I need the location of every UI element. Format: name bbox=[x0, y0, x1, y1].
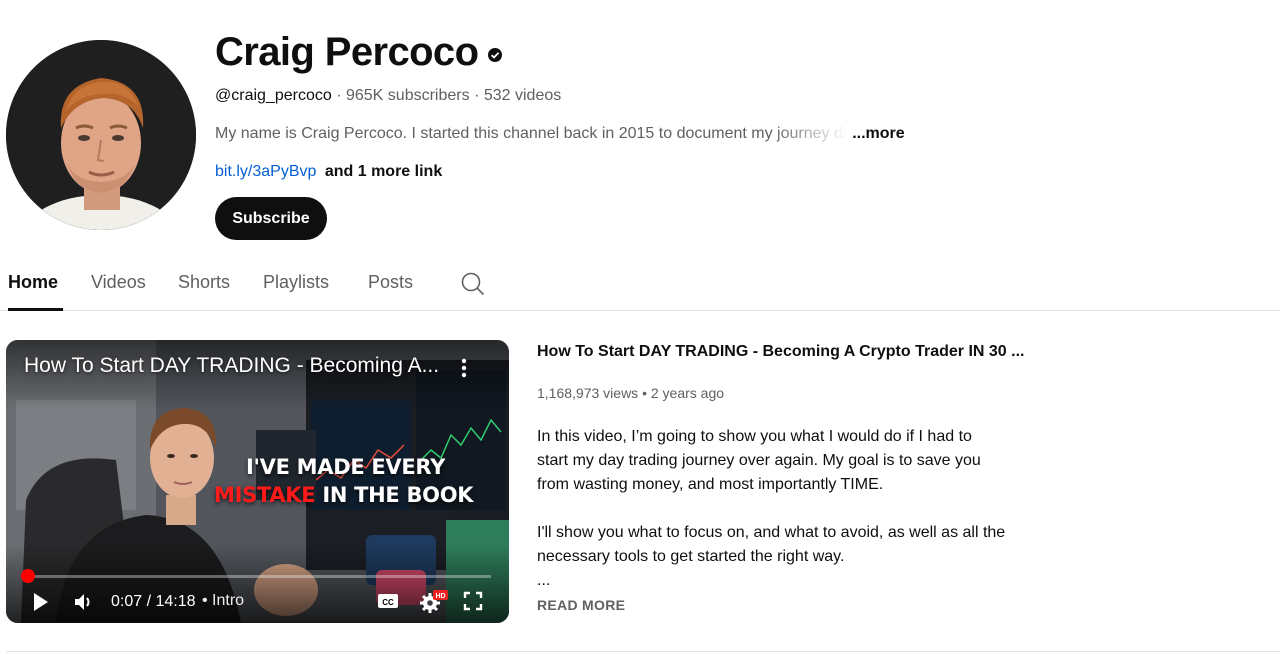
description-paragraph-1: In this video, I’m going to show you wha… bbox=[537, 428, 981, 493]
thumbnail-overlay-line2: MISTAKE IN THE BOOK bbox=[214, 483, 474, 507]
channel-links-row: bit.ly/3aPyBvp and 1 more link bbox=[215, 161, 1215, 183]
hd-badge: HD bbox=[435, 593, 445, 600]
tab-posts[interactable]: Posts bbox=[368, 270, 413, 300]
featured-video-info: How To Start DAY TRADING - Becoming A Cr… bbox=[537, 341, 1024, 613]
overlay-red-word: MISTAKE bbox=[214, 483, 316, 507]
read-more-button[interactable]: READ MORE bbox=[537, 597, 1017, 613]
description-more-link[interactable]: ...more bbox=[852, 123, 904, 145]
featured-video-player[interactable]: How To Start DAY TRADING - Becoming A...… bbox=[6, 340, 509, 623]
subscriber-count: 965K subscribers bbox=[345, 87, 470, 104]
view-count: 1,168,973 views bbox=[537, 385, 639, 401]
featured-video-description: In this video, I’m going to show you wha… bbox=[537, 425, 1007, 593]
subscribe-button[interactable]: Subscribe bbox=[215, 197, 327, 240]
channel-description: My name is Craig Percoco. I started this… bbox=[215, 125, 849, 142]
progress-bar[interactable] bbox=[24, 575, 491, 578]
play-icon[interactable] bbox=[32, 592, 50, 612]
tab-home[interactable]: Home bbox=[8, 270, 58, 300]
progress-scrubber[interactable] bbox=[21, 569, 35, 583]
upload-age: 2 years ago bbox=[650, 385, 725, 401]
channel-description-row[interactable]: My name is Craig Percoco. I started this… bbox=[215, 123, 1215, 145]
video-count: 532 videos bbox=[483, 87, 562, 104]
time-display: 0:07 / 14:18 bbox=[111, 593, 196, 610]
volume-icon[interactable] bbox=[73, 592, 95, 612]
search-icon[interactable] bbox=[460, 271, 486, 297]
stats-separator: • bbox=[642, 385, 647, 401]
tab-videos[interactable]: Videos bbox=[91, 270, 146, 300]
fullscreen-icon[interactable] bbox=[463, 591, 483, 611]
featured-video-stats: 1,168,973 views • 2 years ago bbox=[537, 383, 1017, 403]
overlay-rest-text: IN THE BOOK bbox=[315, 483, 474, 507]
verified-check-icon bbox=[488, 48, 503, 62]
thumbnail-overlay-line1: I'VE MADE EVERY bbox=[246, 455, 446, 479]
description-ellipsis: ... bbox=[537, 572, 551, 589]
player-title[interactable]: How To Start DAY TRADING - Becoming A... bbox=[24, 354, 439, 378]
channel-avatar[interactable] bbox=[6, 40, 196, 230]
avatar-portrait bbox=[6, 40, 196, 230]
chapter-label[interactable]: • Intro bbox=[202, 592, 244, 610]
active-tab-indicator bbox=[8, 308, 63, 311]
section-divider bbox=[6, 651, 1280, 652]
captions-icon[interactable]: CC bbox=[377, 592, 399, 610]
meta-separator: · bbox=[336, 87, 342, 104]
channel-name: Craig Percoco bbox=[215, 29, 479, 74]
description-paragraph-2: I'll show you what to focus on, and what… bbox=[537, 524, 1006, 565]
channel-tabs: Home Videos Shorts Playlists Posts bbox=[0, 258, 1280, 311]
video-frame bbox=[6, 340, 509, 623]
channel-name-row: Craig Percoco bbox=[215, 28, 1215, 76]
settings-gear-icon[interactable]: HD bbox=[419, 589, 449, 613]
svg-text:CC: CC bbox=[382, 598, 394, 607]
meta-separator: · bbox=[474, 87, 480, 104]
channel-link[interactable]: bit.ly/3aPyBvp bbox=[215, 163, 316, 180]
channel-handle: @craig_percoco bbox=[215, 87, 332, 104]
tab-playlists[interactable]: Playlists bbox=[263, 270, 329, 300]
channel-info: Craig Percoco @craig_percoco · 965K subs… bbox=[215, 28, 1215, 183]
more-vert-icon[interactable] bbox=[458, 356, 470, 380]
channel-meta: @craig_percoco · 965K subscribers · 532 … bbox=[215, 85, 1215, 107]
more-links-button[interactable]: and 1 more link bbox=[325, 163, 442, 180]
featured-video-title[interactable]: How To Start DAY TRADING - Becoming A Cr… bbox=[537, 341, 1024, 363]
tab-shorts[interactable]: Shorts bbox=[178, 270, 230, 300]
